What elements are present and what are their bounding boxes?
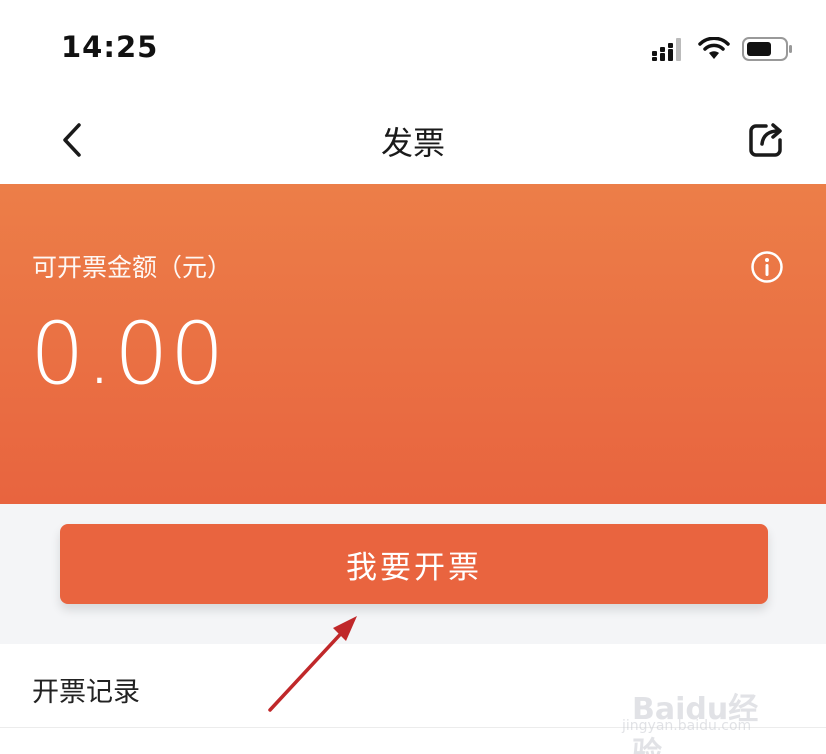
invoice-amount-panel: 可开票金额（元） 0.00	[0, 184, 826, 504]
status-bar: 14:25	[0, 0, 826, 100]
info-button[interactable]	[750, 250, 784, 284]
share-button[interactable]	[746, 120, 786, 160]
page-title: 发票	[380, 124, 445, 162]
invoiceable-amount-value: 0.00	[30, 304, 226, 404]
navigation-bar: 发票	[0, 100, 826, 184]
status-icons	[652, 36, 794, 62]
action-area: 我要开票	[0, 504, 826, 644]
battery-icon	[742, 37, 792, 61]
list-item-label: 开票记录	[32, 677, 140, 708]
info-icon	[751, 251, 783, 283]
watermark-subtext: jingyan.baidu.com	[622, 718, 752, 734]
invoiceable-amount-label: 可开票金额（元）	[32, 253, 233, 282]
watermark-logo: Baidu经验 jingyan.baidu.com	[622, 668, 782, 754]
issue-invoice-button[interactable]: 我要开票	[60, 524, 768, 604]
share-icon	[749, 123, 782, 157]
cellular-signal-icon	[652, 38, 681, 61]
wifi-icon	[698, 37, 730, 59]
status-time: 14:25	[61, 30, 159, 64]
